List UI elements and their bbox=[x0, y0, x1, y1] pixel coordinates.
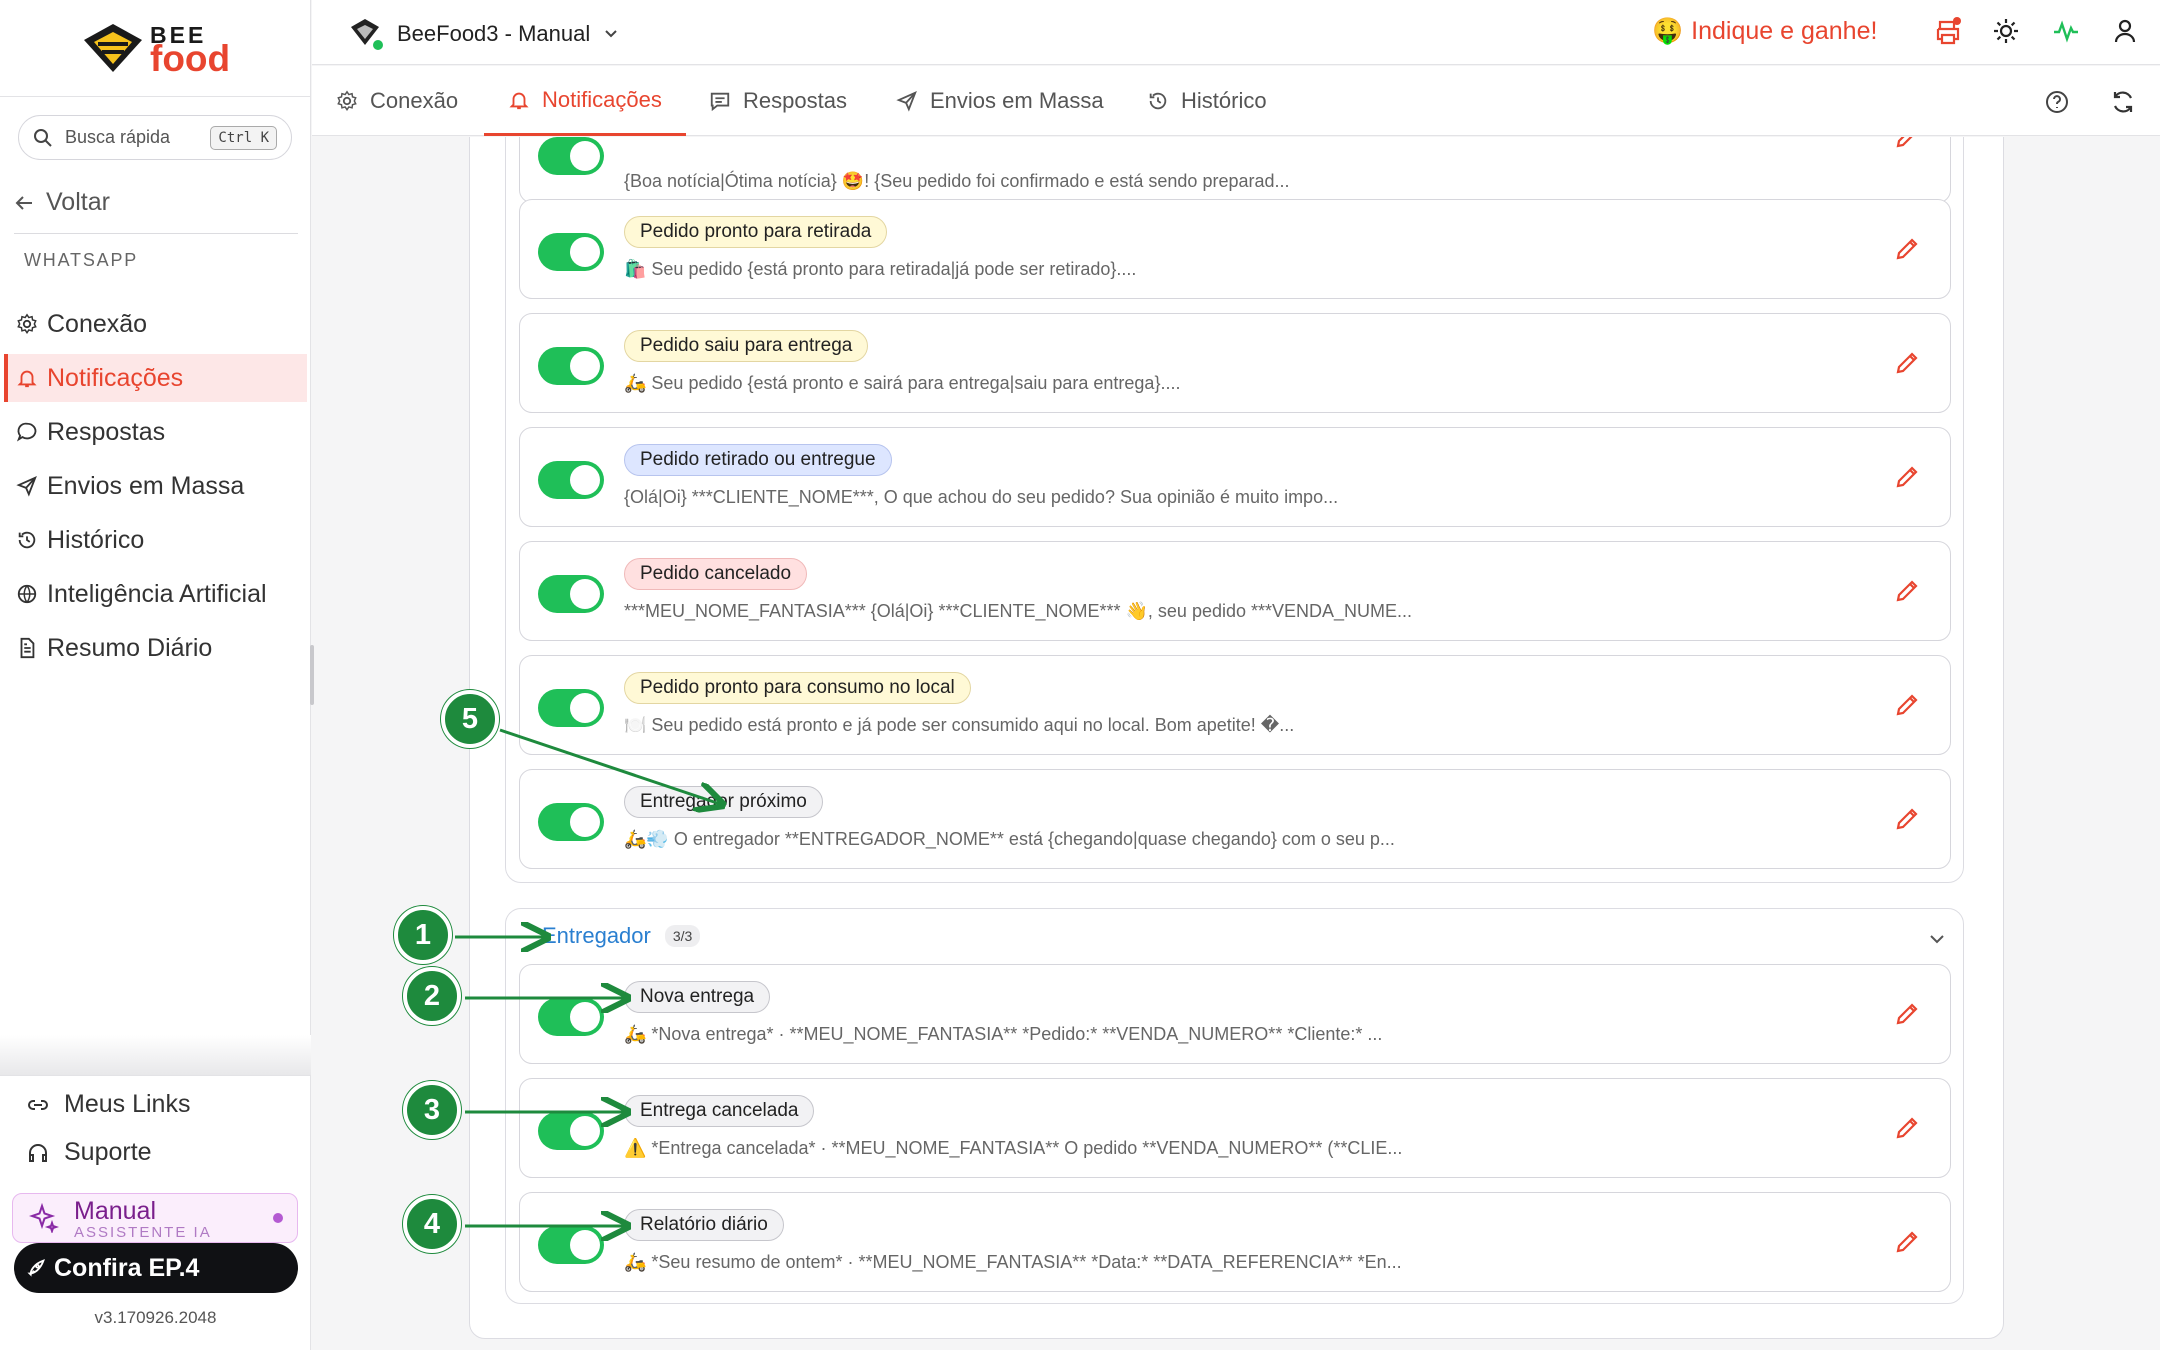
annotation-marker-3: 3 bbox=[403, 1081, 461, 1139]
annotation-marker-2: 2 bbox=[403, 967, 461, 1025]
annotation-marker-1: 1 bbox=[394, 906, 452, 964]
arrow-5 bbox=[500, 730, 720, 804]
annotation-marker-5: 5 bbox=[441, 690, 499, 748]
annotation-marker-4: 4 bbox=[403, 1195, 461, 1253]
annotation-arrows bbox=[0, 0, 2160, 1350]
